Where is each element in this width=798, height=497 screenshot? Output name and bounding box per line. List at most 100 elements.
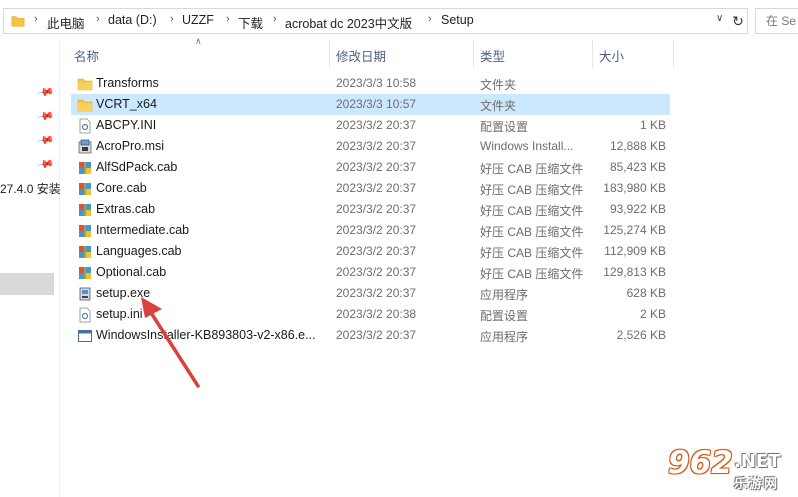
sidebar-divider: [59, 40, 60, 497]
archive-icon: [79, 183, 91, 195]
file-size: 129,813 KB: [603, 265, 666, 279]
chevron-down-icon[interactable]: ∨: [716, 13, 723, 24]
file-type: 好压 CAB 压缩文件: [480, 267, 584, 281]
file-date: 2023/3/2 20:37: [336, 265, 417, 279]
file-type: 配置设置: [480, 120, 529, 134]
file-row[interactable]: Core.cab 2023/3/2 20:37 好压 CAB 压缩文件 183,…: [71, 178, 670, 199]
file-date: 2023/3/2 20:37: [336, 118, 417, 132]
file-type: Windows Install...: [480, 139, 574, 153]
breadcrumb-uzzf[interactable]: UZZF: [182, 13, 214, 27]
folder-icon: [11, 16, 25, 27]
file-row[interactable]: Intermediate.cab 2023/3/2 20:37 好压 CAB 压…: [71, 220, 670, 241]
refresh-button[interactable]: ↻: [729, 8, 748, 34]
file-name: Extras.cab: [96, 202, 156, 216]
file-date: 2023/3/2 20:37: [336, 223, 417, 237]
file-name: Intermediate.cab: [96, 223, 190, 237]
column-header-date[interactable]: 修改日期: [336, 46, 386, 65]
file-size: 2,526 KB: [616, 328, 666, 342]
pin-icon[interactable]: 📌: [37, 155, 56, 174]
settings-file-icon: [79, 307, 91, 323]
file-name: WindowsInstaller-KB893803-v2-x86.e...: [96, 328, 316, 342]
settings-file-icon: [79, 118, 91, 134]
file-row[interactable]: Extras.cab 2023/3/2 20:37 好压 CAB 压缩文件 93…: [71, 199, 670, 220]
archive-icon: [79, 162, 91, 174]
file-date: 2023/3/2 20:37: [336, 328, 417, 342]
file-size: 93,922 KB: [609, 202, 666, 216]
breadcrumb-separator: ›: [170, 13, 174, 25]
file-size: 112,909 KB: [604, 244, 666, 258]
file-row[interactable]: AcroPro.msi 2023/3/2 20:37 Windows Insta…: [71, 136, 670, 157]
file-row-selected[interactable]: VCRT_x64 2023/3/3 10:57 文件夹: [71, 94, 670, 115]
file-row[interactable]: Optional.cab 2023/3/2 20:37 好压 CAB 压缩文件 …: [71, 262, 670, 283]
file-name: Core.cab: [96, 181, 147, 195]
column-header-name[interactable]: 名称: [74, 46, 99, 65]
breadcrumb-this-pc[interactable]: 此电脑: [47, 13, 85, 32]
watermark-logo: 962 .NET 乐游网: [668, 445, 793, 491]
file-type: 应用程序: [480, 288, 529, 302]
watermark-net: .NET: [734, 451, 781, 472]
breadcrumb-downloads[interactable]: 下载: [238, 13, 263, 32]
file-name: Languages.cab: [96, 244, 182, 258]
folder-icon: [77, 78, 93, 91]
column-divider[interactable]: [473, 40, 474, 68]
breadcrumb-separator: ›: [226, 13, 230, 25]
file-size: 2 KB: [639, 307, 666, 321]
watermark-sub: 乐游网: [734, 476, 780, 491]
breadcrumb-separator: ›: [428, 13, 432, 25]
file-row[interactable]: Transforms 2023/3/3 10:58 文件夹: [71, 73, 670, 94]
file-date: 2023/3/2 20:37: [336, 160, 417, 174]
column-divider[interactable]: [673, 40, 674, 68]
breadcrumb-drive[interactable]: data (D:): [108, 13, 157, 27]
pin-icon[interactable]: 📌: [37, 83, 56, 102]
file-row[interactable]: AlfSdPack.cab 2023/3/2 20:37 好压 CAB 压缩文件…: [71, 157, 670, 178]
column-header-size[interactable]: 大小: [599, 46, 624, 65]
file-size: 1 KB: [639, 118, 666, 132]
sidebar-item-partial[interactable]: 27.4.0 安装: [0, 180, 61, 197]
breadcrumb-acrobat[interactable]: acrobat dc 2023中文版: [285, 13, 412, 32]
address-box[interactable]: › 此电脑 › data (D:) › UZZF › 下载 › acrobat …: [3, 8, 730, 34]
file-row[interactable]: WindowsInstaller-KB893803-v2-x86.e... 20…: [71, 325, 670, 346]
file-type: 好压 CAB 压缩文件: [480, 204, 584, 218]
msi-installer-icon: [78, 139, 92, 154]
file-size: 183,980 KB: [603, 181, 666, 195]
file-size: 125,274 KB: [603, 223, 666, 237]
file-type: 好压 CAB 压缩文件: [480, 246, 584, 260]
breadcrumb-separator: ›: [96, 13, 100, 25]
file-name: Optional.cab: [96, 265, 167, 279]
file-row[interactable]: ABCPY.INI 2023/3/2 20:37 配置设置 1 KB: [71, 115, 670, 136]
sidebar-item-selected[interactable]: [0, 273, 54, 295]
file-size: 628 KB: [626, 286, 666, 300]
column-divider[interactable]: [329, 40, 330, 68]
file-date: 2023/3/2 20:38: [336, 307, 417, 321]
file-date: 2023/3/2 20:37: [336, 244, 417, 258]
breadcrumb-setup[interactable]: Setup: [441, 13, 474, 27]
column-header-type[interactable]: 类型: [480, 46, 505, 65]
file-date: 2023/3/3 10:57: [336, 97, 417, 111]
breadcrumb-separator: ›: [34, 13, 38, 25]
file-row[interactable]: Languages.cab 2023/3/2 20:37 好压 CAB 压缩文件…: [71, 241, 670, 262]
file-date: 2023/3/2 20:37: [336, 202, 417, 216]
file-name: ABCPY.INI: [96, 118, 157, 132]
file-row[interactable]: setup.exe 2023/3/2 20:37 应用程序 628 KB: [71, 283, 670, 304]
file-type: 好压 CAB 压缩文件: [480, 183, 584, 197]
file-row[interactable]: setup.ini 2023/3/2 20:38 配置设置 2 KB: [71, 304, 670, 325]
file-date: 2023/3/3 10:58: [336, 76, 417, 90]
refresh-icon: ↻: [732, 13, 744, 29]
file-type: 好压 CAB 压缩文件: [480, 162, 584, 176]
pin-icon[interactable]: 📌: [37, 107, 56, 126]
folder-icon: [77, 99, 93, 112]
file-type: 应用程序: [480, 330, 529, 344]
setup-exe-icon: [79, 287, 91, 301]
file-type: 文件夹: [480, 99, 517, 113]
address-bar: › 此电脑 › data (D:) › UZZF › 下载 › acrobat …: [0, 8, 798, 34]
file-name: VCRT_x64: [96, 97, 157, 111]
pin-icon[interactable]: 📌: [37, 131, 56, 150]
file-date: 2023/3/2 20:37: [336, 286, 417, 300]
file-type: 配置设置: [480, 309, 529, 323]
archive-icon: [79, 225, 91, 237]
file-size: 12,888 KB: [609, 139, 666, 153]
file-date: 2023/3/2 20:37: [336, 139, 417, 153]
search-input[interactable]: 在 Se: [755, 8, 798, 34]
file-name: setup.ini: [96, 307, 143, 321]
column-divider[interactable]: [592, 40, 593, 68]
